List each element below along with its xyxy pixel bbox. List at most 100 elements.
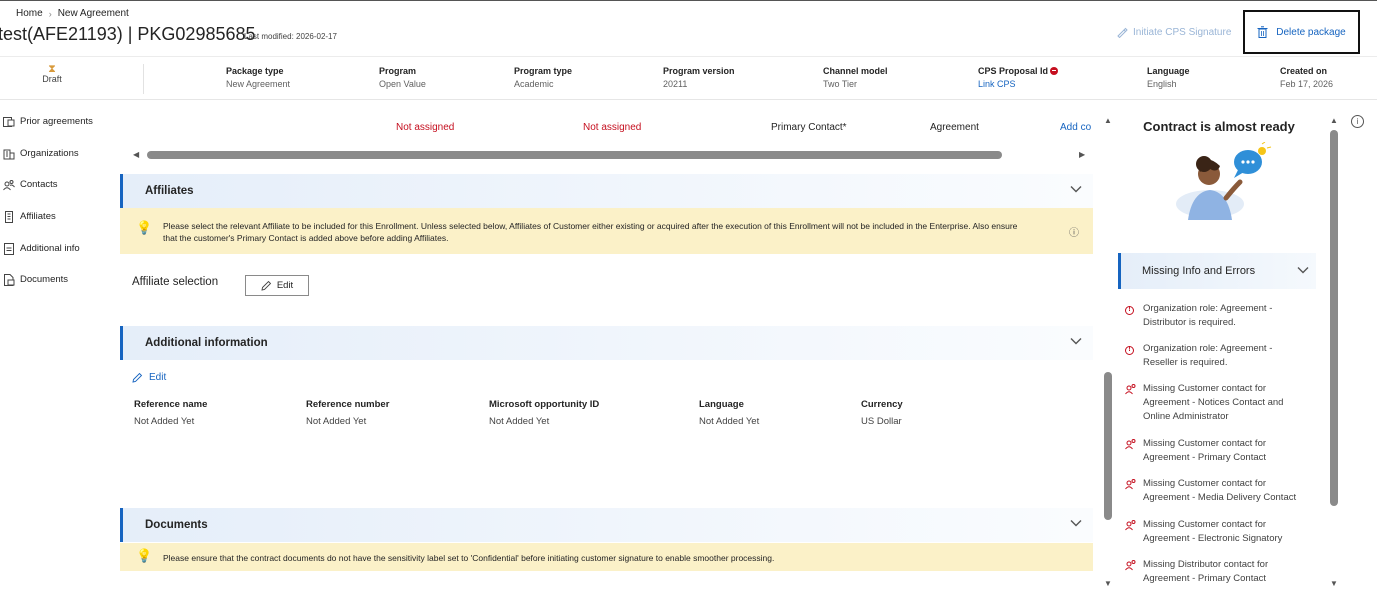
initiate-cps-signature-button[interactable]: Initiate CPS Signature <box>1116 26 1231 38</box>
affiliate-edit-button[interactable]: Edit <box>245 275 309 296</box>
issue-item: Missing Customer contact for Agreement - … <box>1125 477 1315 505</box>
delete-package-button[interactable]: Delete package <box>1243 10 1360 54</box>
issue-item: Missing Customer contact for Agreement - … <box>1125 518 1315 546</box>
affiliates-title: Affiliates <box>145 185 194 197</box>
issue-text: Distributor is required. <box>1143 317 1236 328</box>
affiliates-section-header[interactable]: Affiliates <box>120 174 1093 208</box>
missing-contact-icon <box>1125 520 1136 531</box>
nav-label: Contacts <box>20 179 58 191</box>
documents-icon <box>4 274 15 287</box>
affiliates-icon <box>5 211 13 224</box>
organizations-icon <box>3 149 15 160</box>
field-value: Feb 17, 2026 <box>1280 79 1334 89</box>
info-icon[interactable]: i <box>1351 115 1364 128</box>
status-badge: ⧗ Draft <box>32 64 72 85</box>
scroll-up-icon[interactable]: ▲ <box>1104 116 1112 125</box>
contact-cell-scope: Agreement <box>930 122 979 133</box>
nav-label: Additional info <box>20 242 80 254</box>
nav-item-contacts[interactable]: Contacts <box>0 179 118 211</box>
chevron-down-icon[interactable] <box>1069 182 1083 196</box>
issue-item: ! Organization role: Agreement - Distribu… <box>1125 302 1315 330</box>
scroll-up-icon[interactable]: ▲ <box>1330 116 1338 125</box>
missing-contact-icon <box>1125 384 1136 395</box>
main-vertical-scroll-thumb[interactable] <box>1104 372 1112 520</box>
column-value: Not Added Yet <box>306 416 367 427</box>
missing-contact-icon <box>1125 439 1136 450</box>
documents-section-header[interactable]: Documents <box>120 508 1093 542</box>
field-label: Created on <box>1280 66 1328 76</box>
horizontal-scroll-thumb[interactable] <box>147 151 1002 159</box>
additional-column-opportunity-id: Microsoft opportunity ID Not Added Yet <box>489 399 599 427</box>
nav-label: Prior agreements <box>20 116 93 127</box>
field-value: Two Tier <box>823 79 858 89</box>
documents-title: Documents <box>145 519 208 531</box>
field-label: CPS Proposal Id <box>978 66 1049 76</box>
panel-vertical-scroll-thumb[interactable] <box>1330 130 1338 506</box>
issue-text: Agreement - Media Delivery Contact <box>1143 492 1297 503</box>
scroll-right-icon[interactable]: ▶ <box>1079 150 1085 159</box>
field-label: Package type <box>226 66 284 76</box>
issue-text: Reseller is required. <box>1143 357 1228 368</box>
pencil-icon <box>261 280 271 291</box>
field-cps-proposal-id: CPS Proposal Id Link CPS <box>978 66 1059 89</box>
signature-pen-icon <box>1117 27 1128 38</box>
field-label: Program type <box>514 66 573 76</box>
chevron-down-icon[interactable] <box>1069 516 1083 530</box>
error-icon: ! <box>1125 345 1134 355</box>
blocked-icon <box>1050 66 1059 75</box>
nav-item-additional-info[interactable]: Additional info <box>0 242 118 275</box>
info-icon[interactable]: ⓘ <box>1069 224 1079 239</box>
additional-info-edit-link[interactable]: Edit <box>132 372 166 383</box>
field-value: Academic <box>514 79 554 89</box>
add-contact-link[interactable]: Add co <box>1060 122 1093 133</box>
additional-column-currency: Currency US Dollar <box>861 399 903 427</box>
trash-icon <box>1257 26 1268 38</box>
chevron-down-icon[interactable] <box>1069 334 1083 348</box>
nav-item-documents[interactable]: Documents <box>0 274 118 306</box>
column-header: Language <box>699 399 744 410</box>
column-header: Reference name <box>134 399 208 410</box>
additional-info-section-header[interactable]: Additional information <box>120 326 1093 360</box>
affiliate-selection-label: Affiliate selection <box>132 276 219 288</box>
field-channel-model: Channel model Two Tier <box>823 66 888 89</box>
nav-item-organizations[interactable]: Organizations <box>0 148 118 180</box>
field-label: Channel model <box>823 66 888 76</box>
column-header: Currency <box>861 399 903 410</box>
issue-text: Missing Customer contact for <box>1143 438 1267 449</box>
additional-column-reference-number: Reference number Not Added Yet <box>306 399 389 427</box>
field-label: Program version <box>663 66 735 76</box>
link-cps-link[interactable]: Link CPS <box>978 79 1058 89</box>
edit-label: Edit <box>276 280 294 291</box>
issue-text: Missing Customer contact for <box>1143 478 1267 489</box>
issue-text: Organization role: Agreement - <box>1143 343 1273 354</box>
field-program-type: Program type Academic <box>514 66 572 89</box>
breadcrumb-chevron-icon: › <box>48 8 52 19</box>
prior-agreements-icon <box>3 117 15 127</box>
assistant-illustration <box>1176 142 1272 220</box>
field-value: Open Value <box>379 79 426 89</box>
issue-item: Missing Customer contact for Agreement - … <box>1125 382 1315 424</box>
chevron-down-icon[interactable] <box>1296 263 1310 277</box>
missing-info-section-header[interactable]: Missing Info and Errors <box>1118 253 1316 289</box>
affiliates-notice-line1: Please select the relevant Affiliate to … <box>163 221 1018 231</box>
nav-item-affiliates[interactable]: Affiliates <box>0 211 118 243</box>
status-label: Draft <box>42 74 62 84</box>
lightbulb-icon: 💡 <box>136 220 153 235</box>
column-value: Not Added Yet <box>134 416 195 427</box>
scroll-left-icon[interactable]: ◀ <box>133 150 139 159</box>
field-package-type: Package type New Agreement <box>226 66 290 89</box>
pencil-icon <box>132 372 143 383</box>
scroll-down-icon[interactable]: ▼ <box>1104 579 1112 588</box>
page-title: test(AFE21193) | PKG02985685 <box>0 24 256 44</box>
breadcrumb-current: New Agreement <box>57 8 129 19</box>
field-value: English <box>1147 79 1177 89</box>
breadcrumb-home[interactable]: Home <box>16 8 43 19</box>
nav-item-prior-agreements[interactable]: Prior agreements <box>0 116 118 148</box>
additional-column-reference-name: Reference name Not Added Yet <box>134 399 207 427</box>
field-created-on: Created on Feb 17, 2026 <box>1280 66 1333 89</box>
additional-info-icon <box>4 242 14 255</box>
edit-label: Edit <box>149 372 167 383</box>
affiliates-notice: 💡 Please select the relevant Affiliate t… <box>120 208 1093 254</box>
issue-text: Agreement - Notices Contact and <box>1143 397 1284 408</box>
scroll-down-icon[interactable]: ▼ <box>1330 579 1338 588</box>
